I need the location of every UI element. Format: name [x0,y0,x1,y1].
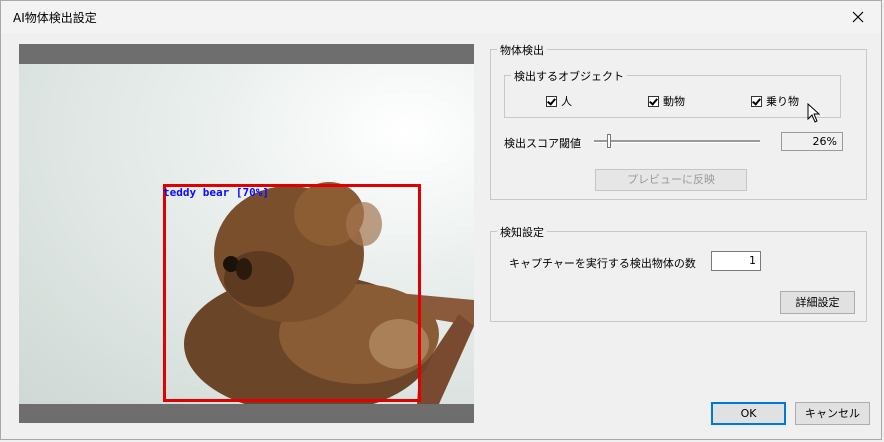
checkbox-animal-label: 動物 [663,95,685,108]
checkbox-vehicle-label: 乗り物 [766,95,799,108]
notification-group-title: 検知設定 [497,224,547,240]
capture-count-input[interactable]: 1 [711,251,761,271]
dialog-window: AI物体検出設定 teddy bear [70%] 物体検出 検出するオブジェク… [0,0,882,440]
checkbox-person-label: 人 [561,95,572,108]
mouse-cursor-icon [807,103,821,123]
checkbox-person-box[interactable] [546,95,557,107]
checkbox-vehicle-box[interactable] [751,95,762,107]
target-objects-group-title: 検出するオブジェクト [511,68,627,84]
checkbox-animal[interactable]: 動物 [648,93,685,109]
threshold-slider-thumb[interactable] [606,134,611,148]
checkbox-person[interactable]: 人 [546,93,572,109]
title-bar: AI物体検出設定 [1,1,881,33]
details-settings-button[interactable]: 詳細設定 [780,291,855,314]
apply-preview-button[interactable]: プレビューに反映 [595,169,747,191]
close-button[interactable] [835,1,881,33]
checkbox-animal-box[interactable] [648,95,659,107]
checkbox-vehicle[interactable]: 乗り物 [751,93,799,109]
camera-preview: teddy bear [70%] [19,44,474,423]
object-detection-group-title: 物体検出 [497,42,547,58]
capture-count-label: キャプチャーを実行する検出物体の数 [509,257,696,270]
camera-image: teddy bear [70%] [19,64,474,404]
detection-label: teddy bear [70%] [163,186,269,199]
threshold-value: 26% [781,132,843,151]
window-title: AI物体検出設定 [13,11,97,25]
cancel-button[interactable]: キャンセル [795,402,870,425]
close-icon [852,11,864,23]
ok-button[interactable]: OK [711,402,786,425]
threshold-label: 検出スコア閾値 [504,137,581,150]
detection-box [163,184,421,402]
threshold-slider-track[interactable] [594,140,760,143]
